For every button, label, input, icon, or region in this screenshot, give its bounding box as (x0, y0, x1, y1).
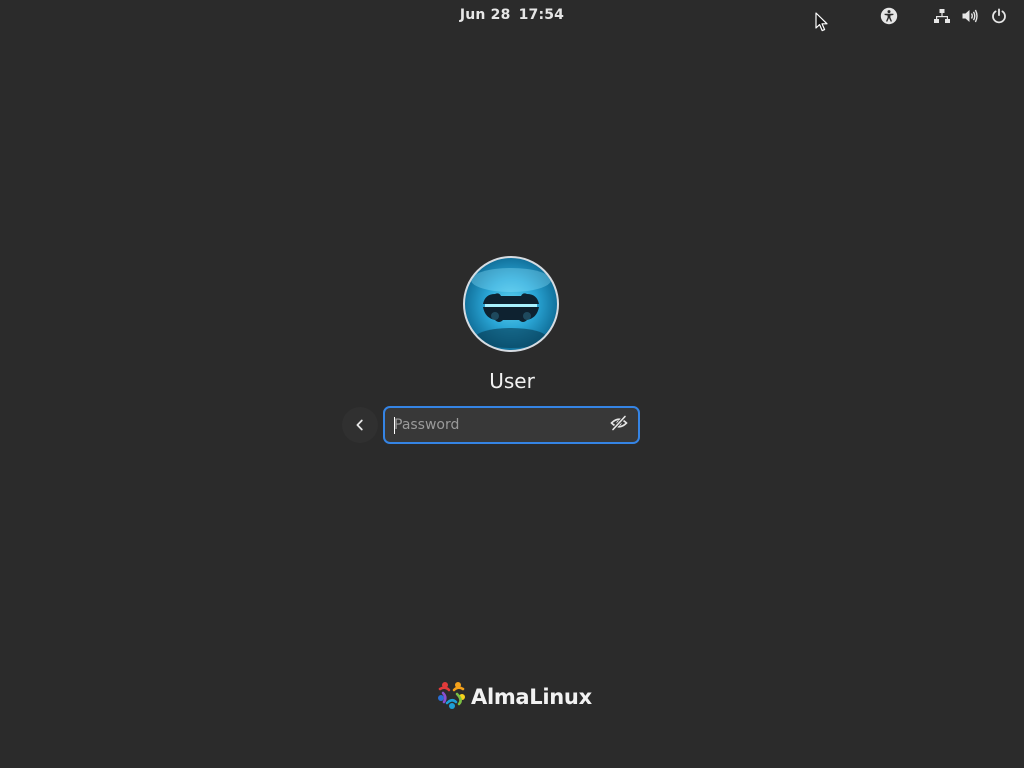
almalinux-logo: AlmaLinux (437, 681, 592, 713)
almalinux-emblem-icon (437, 680, 467, 714)
volume-icon[interactable] (961, 7, 979, 25)
chevron-left-icon (354, 416, 366, 435)
eye-hidden-icon (610, 414, 628, 436)
power-icon[interactable] (990, 7, 1008, 25)
logo-text: AlmaLinux (471, 685, 592, 709)
text-caret (394, 417, 395, 434)
date-time-clock[interactable]: Jun 28 17:54 (0, 7, 1024, 23)
back-button[interactable] (342, 407, 378, 443)
network-wired-icon[interactable] (933, 7, 951, 25)
password-input[interactable] (392, 415, 604, 435)
user-avatar (463, 256, 559, 352)
login-screen: Jun 28 17:54 User AlmaLinux (0, 0, 1024, 768)
date-label: Jun 28 (459, 7, 511, 23)
time-label: 17:54 (518, 7, 565, 23)
accessibility-icon[interactable] (880, 7, 898, 25)
username-label: User (489, 369, 535, 393)
mouse-pointer-icon (815, 12, 829, 36)
password-field[interactable] (383, 406, 640, 444)
reveal-password-button[interactable] (610, 414, 628, 436)
top-bar: Jun 28 17:54 (0, 0, 1024, 32)
